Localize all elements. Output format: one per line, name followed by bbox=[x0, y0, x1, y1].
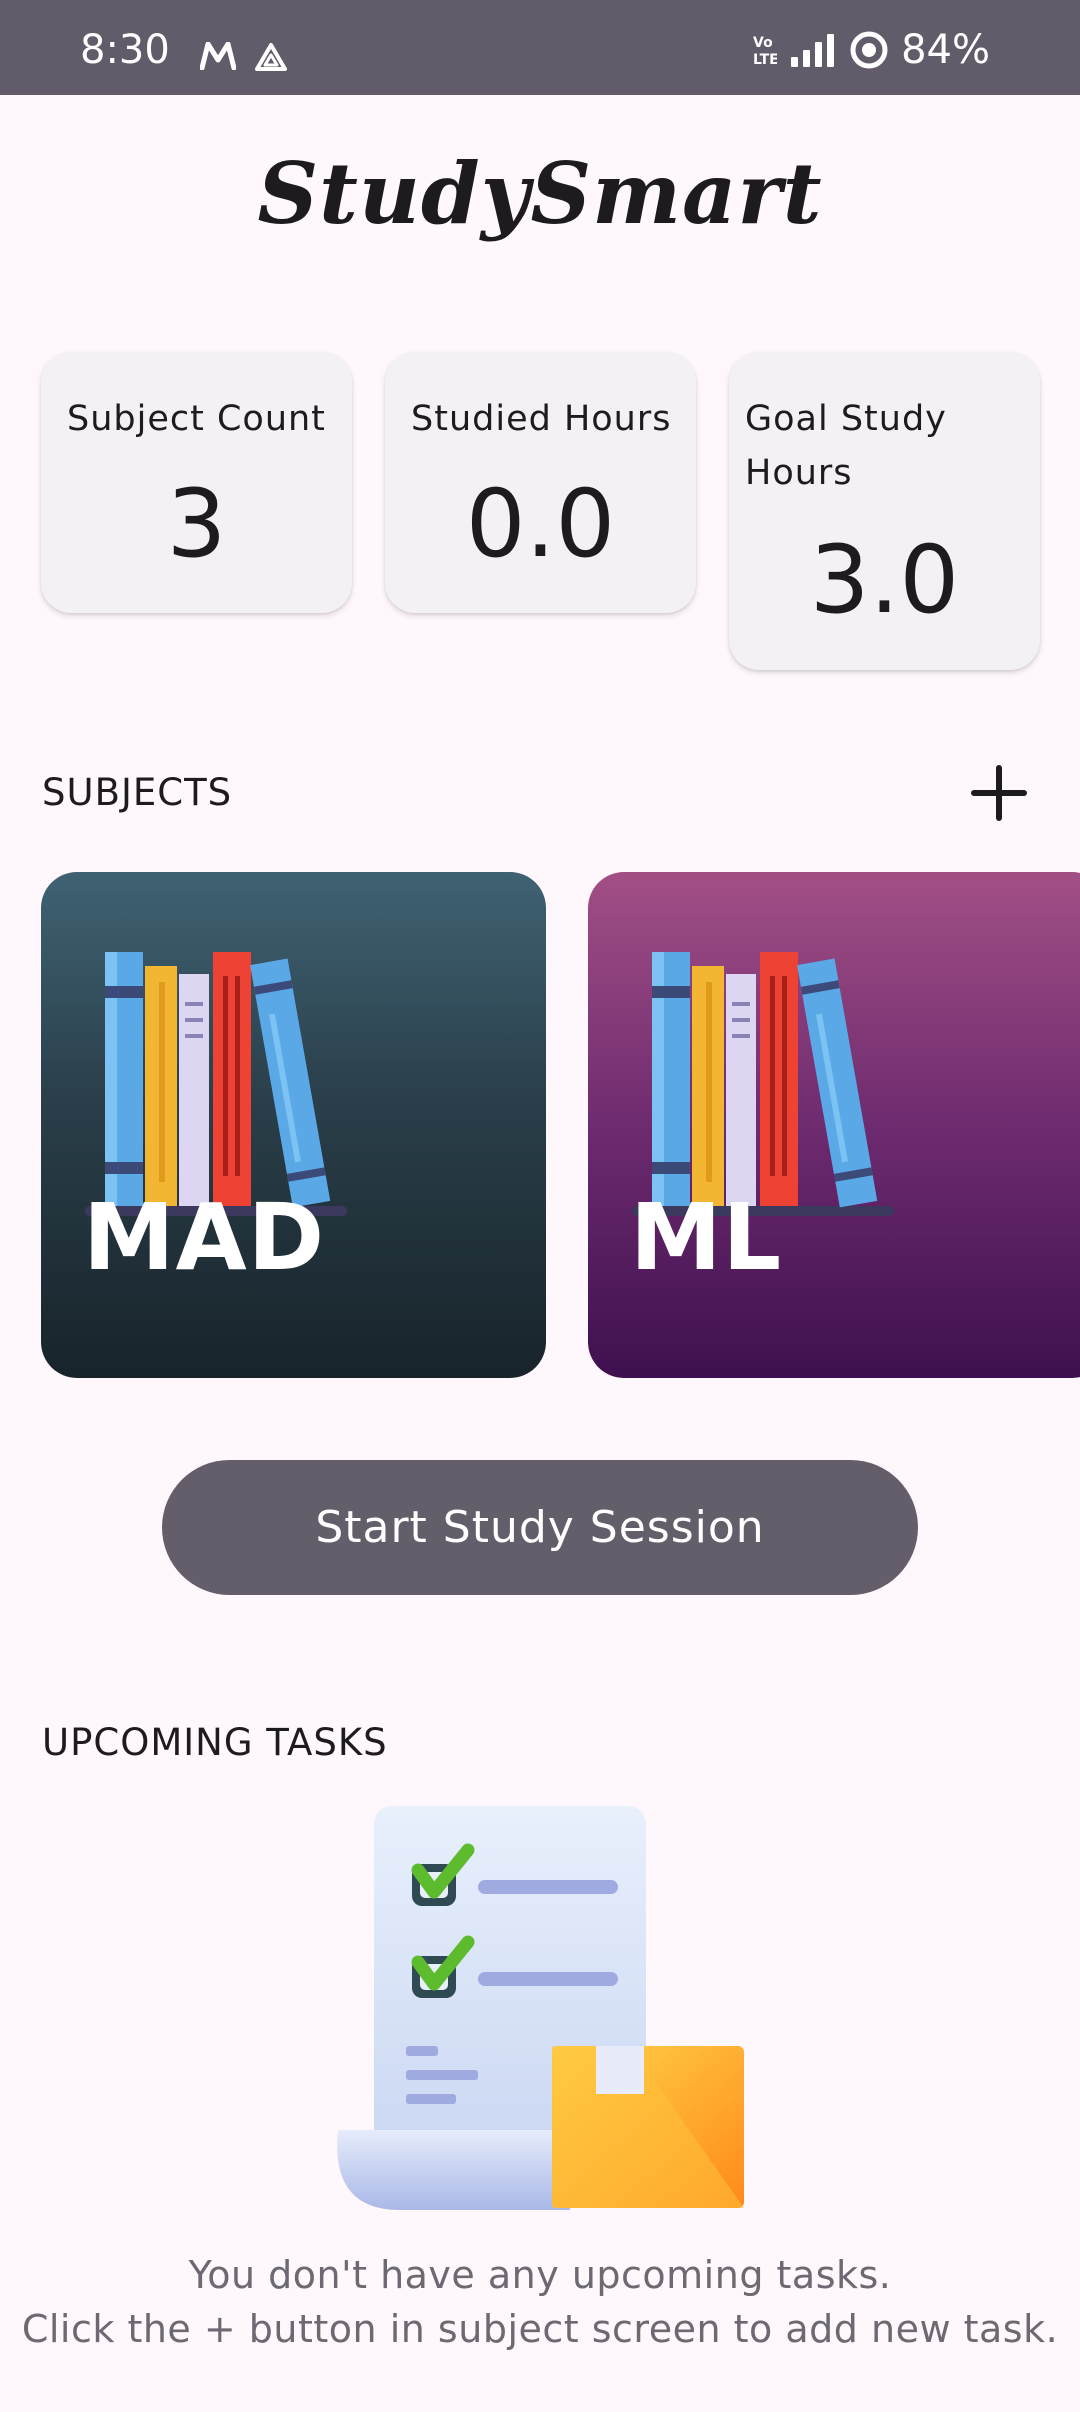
status-left-icons bbox=[200, 42, 288, 72]
task-checklist-illustration bbox=[337, 1806, 744, 2210]
stat-value: 0.0 bbox=[465, 470, 616, 579]
status-right: Vo LTE 84% bbox=[751, 30, 990, 70]
stat-label: Goal Study Hours bbox=[745, 399, 947, 493]
plus-icon[interactable] bbox=[968, 762, 1030, 824]
empty-tasks-message-line2: Click the + button in subject screen to … bbox=[21, 2307, 1059, 2351]
stat-label: Studied Hours bbox=[411, 399, 672, 439]
subject-name: ML bbox=[630, 1184, 783, 1291]
stat-value: 3.0 bbox=[809, 526, 960, 635]
svg-text:LTE: LTE bbox=[753, 52, 777, 68]
app-title: StudySmart bbox=[257, 144, 823, 243]
subjects-section-title: SUBJECTS bbox=[42, 771, 233, 814]
start-study-session-button[interactable]: Start Study Session bbox=[162, 1460, 918, 1595]
subject-card-mad[interactable]: MAD bbox=[41, 872, 546, 1378]
empty-tasks-message-line1: You don't have any upcoming tasks. bbox=[188, 2253, 892, 2297]
volte-icon: Vo LTE bbox=[753, 35, 777, 68]
svg-text:Vo: Vo bbox=[753, 35, 773, 51]
stat-value: 3 bbox=[166, 470, 227, 579]
stat-card-subject-count: Subject Count 3 bbox=[41, 352, 352, 613]
data-saver-icon bbox=[850, 31, 888, 69]
stat-card-goal-study-hours: Goal Study Hours 3.0 bbox=[729, 352, 1040, 670]
books-icon bbox=[632, 952, 894, 1216]
status-bar: 8:30 Vo LTE 84% bbox=[0, 0, 1080, 95]
books-icon bbox=[85, 952, 347, 1216]
upcoming-tasks-section-title: UPCOMING TASKS bbox=[42, 1721, 388, 1764]
stat-label: Subject Count bbox=[67, 399, 326, 439]
m-logo-icon bbox=[200, 42, 236, 70]
status-time: 8:30 bbox=[80, 27, 170, 73]
drive-icon bbox=[255, 43, 287, 71]
signal-icon bbox=[791, 34, 835, 67]
battery-level: 84% bbox=[901, 27, 990, 73]
subject-name: MAD bbox=[83, 1184, 326, 1291]
subject-card-ml[interactable]: ML bbox=[588, 872, 1080, 1378]
stat-card-studied-hours: Studied Hours 0.0 bbox=[385, 352, 696, 613]
